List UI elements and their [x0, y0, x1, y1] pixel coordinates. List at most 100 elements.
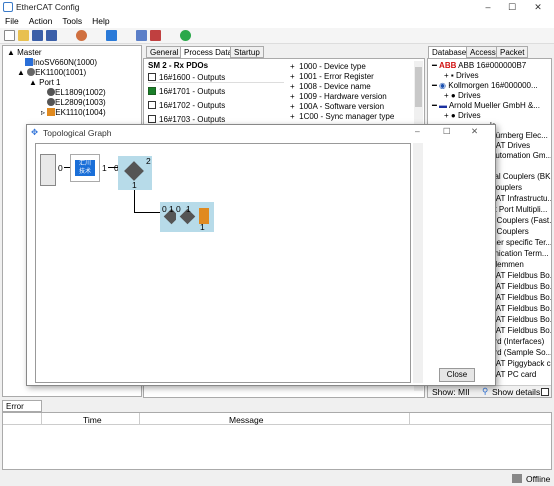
db-item[interactable]: CAT PC card	[490, 370, 536, 379]
pdo-checkbox[interactable]	[148, 115, 156, 123]
terminal-icon	[47, 98, 55, 106]
db-category[interactable]: + ▪ Drives	[444, 71, 479, 80]
settings-icon[interactable]	[76, 30, 87, 41]
menu-help[interactable]: Help	[87, 14, 114, 26]
dialog-maximize-button[interactable]: ☐	[443, 126, 451, 137]
tree-item-port[interactable]: ▲ Port 1	[29, 78, 60, 87]
db-vendor-abb[interactable]: ━ ABB ABB 16#000000B7	[432, 61, 526, 70]
menu-file[interactable]: File	[0, 14, 24, 26]
tree-item-el1809[interactable]: EL1809(1002)	[47, 88, 106, 97]
object-item[interactable]: + 100A - Software version	[290, 102, 384, 111]
pdo-item[interactable]: 16#1703 - Outputs	[148, 115, 225, 124]
show-filter-label[interactable]: Show: MII	[432, 387, 470, 397]
db-vendor-kollmorgen[interactable]: ━ ◉ Kollmorgen 16#000000...	[432, 81, 538, 90]
db-item[interactable]: CAT Fieldbus Bo...	[490, 304, 551, 313]
topology-icon[interactable]	[136, 30, 147, 41]
new-file-icon[interactable]	[4, 30, 15, 41]
tree-item-ek1110[interactable]: ▹ EK1110(1004)	[41, 108, 106, 117]
pdo-item[interactable]: 16#1702 - Outputs	[148, 101, 225, 110]
object-item[interactable]: + 1009 - Hardware version	[290, 92, 387, 101]
db-category[interactable]: + ● Drives	[444, 91, 481, 100]
db-item[interactable]: unication Term...	[490, 249, 549, 258]
db-item[interactable]: n Couplers (Fast...	[490, 216, 551, 225]
tree-master[interactable]: ▲ Master	[7, 48, 42, 57]
db-category[interactable]: + ● Drives	[444, 111, 481, 120]
col-message[interactable]: Message	[229, 415, 264, 425]
error-list-tab[interactable]: Error List	[2, 400, 42, 420]
db-item[interactable]: CAT Piggyback c...	[490, 359, 551, 368]
db-item[interactable]: nal Couplers (BK...	[490, 172, 551, 181]
drives-icon: ●	[450, 111, 456, 120]
menu-bar: File Action Tools Help	[0, 14, 554, 28]
db-item[interactable]: CAT Fieldbus Bo...	[490, 315, 551, 324]
scan-network-icon[interactable]	[106, 30, 117, 41]
db-item[interactable]: ard (Interfaces)	[490, 337, 544, 346]
save-all-icon[interactable]	[46, 30, 57, 41]
db-label: Drives	[457, 111, 481, 120]
abb-logo-icon: ABB	[439, 61, 457, 70]
window-title: EtherCAT Config	[16, 2, 80, 12]
db-item[interactable]: ard (Sample So...	[490, 348, 551, 357]
topology-canvas[interactable]: 0 汇川 技术 1 0 2 1 0 1 0 1 1	[35, 143, 411, 383]
db-item[interactable]: CAT Infrastructu...	[490, 194, 551, 203]
scroll-thumb[interactable]	[415, 67, 422, 107]
tree-item-drive[interactable]: InoSV660N(1000)	[25, 58, 97, 67]
save-icon[interactable]	[32, 30, 43, 41]
maximize-button[interactable]: ☐	[500, 0, 524, 14]
show-details-checkbox[interactable]	[541, 388, 549, 396]
tab-access[interactable]: Access	[466, 46, 500, 58]
db-item[interactable]: CAT Fieldbus Bo...	[490, 271, 551, 280]
db-item[interactable]: CAT Fieldbus Bo...	[490, 326, 551, 335]
db-vendor-arnold-mueller[interactable]: ━ ▬ Arnold Mueller GmbH &...	[432, 101, 540, 110]
process-data-icon[interactable]	[150, 30, 161, 41]
object-item[interactable]: + 1008 - Device name	[290, 82, 371, 91]
link-line	[134, 212, 162, 213]
topology-dialog: ✥ Topological Graph – ☐ ✕ 0 汇川 技术 1 0 2 …	[26, 124, 496, 386]
drive-node[interactable]: 汇川 技术	[70, 154, 100, 182]
terminal-icon	[47, 88, 55, 96]
tab-general[interactable]: General	[146, 46, 183, 58]
search-icon[interactable]: ⚲	[482, 386, 488, 397]
chevron-down-icon[interactable]	[60, 30, 65, 41]
pdo-checkbox[interactable]	[148, 87, 156, 95]
pdo-item[interactable]: 16#1600 - Outputs	[148, 73, 284, 83]
object-label: 1008 - Device name	[299, 82, 371, 91]
close-button[interactable]: ✕	[526, 0, 550, 14]
open-folder-icon[interactable]	[18, 30, 29, 41]
object-item[interactable]: + 1C00 - Sync manager type	[290, 112, 394, 121]
slave-node-ek1110[interactable]	[196, 202, 214, 232]
object-item[interactable]: + 1001 - Error Register	[290, 72, 374, 81]
tree-item-coupler[interactable]: ▲ EK1100(1001)	[17, 68, 86, 77]
col-time[interactable]: Time	[83, 415, 102, 425]
db-item[interactable]: CAT Fieldbus Bo...	[490, 282, 551, 291]
port-label: 1	[200, 222, 205, 232]
dialog-scrollbar[interactable]	[413, 143, 423, 383]
minimize-button[interactable]: –	[476, 0, 500, 14]
db-item[interactable]: mer specific Ter...	[490, 238, 551, 247]
pdo-checkbox[interactable]	[148, 73, 156, 81]
db-item[interactable]: CAT Drives	[490, 141, 530, 150]
dialog-minimize-button[interactable]: –	[415, 126, 420, 136]
dialog-close-action-button[interactable]: Close	[439, 368, 475, 382]
refresh-icon[interactable]	[180, 30, 191, 41]
db-item[interactable]: CAT Fieldbus Bo...	[490, 293, 551, 302]
master-node[interactable]	[40, 154, 56, 186]
db-item[interactable]: Nürnberg Elec...	[490, 131, 548, 140]
menu-action[interactable]: Action	[24, 14, 58, 26]
drives-icon: ●	[450, 91, 456, 100]
tab-startup[interactable]: Startup	[230, 46, 264, 58]
amk-logo-icon: ▬	[439, 101, 448, 110]
dialog-close-button[interactable]: ✕	[471, 126, 478, 137]
pdo-header: SM 2 - Rx PDOs	[148, 61, 209, 70]
tab-packet[interactable]: Packet	[496, 46, 529, 58]
port-label: 2	[146, 156, 151, 166]
pdo-checkbox[interactable]	[148, 101, 156, 109]
object-item[interactable]: + 1000 - Device type	[290, 62, 366, 71]
db-item[interactable]: et Port Multipli...	[490, 205, 547, 214]
menu-tools[interactable]: Tools	[57, 14, 87, 26]
link-line	[134, 190, 135, 212]
pdo-item[interactable]: 16#1701 - Outputs	[148, 87, 225, 96]
tree-item-el2809[interactable]: EL2809(1003)	[47, 98, 106, 107]
db-item[interactable]: Automation Gm...	[490, 151, 551, 160]
column-divider	[409, 413, 410, 425]
